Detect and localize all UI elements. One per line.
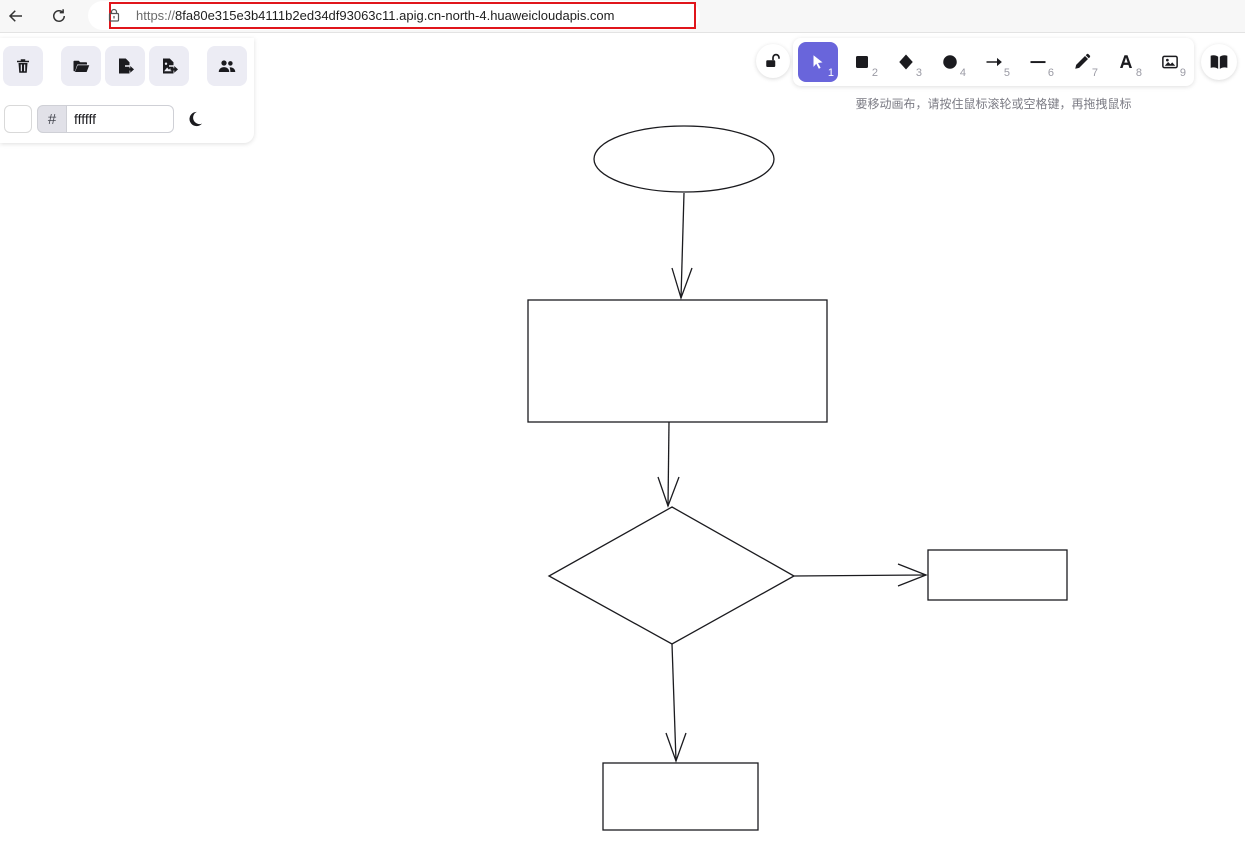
arrow-icon <box>986 57 1002 67</box>
image-icon <box>1162 55 1178 69</box>
background-color-input[interactable] <box>67 105 174 133</box>
flowchart-start-ellipse[interactable] <box>593 125 775 193</box>
tool-key: 4 <box>959 67 966 79</box>
tool-key: 6 <box>1047 67 1054 79</box>
trash-icon <box>17 59 29 73</box>
tool-selection[interactable]: 1 <box>798 42 838 82</box>
tool-key: 2 <box>871 67 878 79</box>
pointer-icon <box>813 55 823 69</box>
tool-key: 5 <box>1003 67 1010 79</box>
tool-rectangle[interactable]: 2 <box>842 42 882 82</box>
reload-icon <box>53 9 65 22</box>
users-icon <box>218 60 236 72</box>
circle-icon <box>943 55 957 69</box>
arrow-process-to-decision[interactable] <box>657 421 680 508</box>
background-color-swatch[interactable] <box>4 105 32 133</box>
flowchart-right-rectangle[interactable] <box>927 549 1068 601</box>
tool-ellipse[interactable]: 4 <box>930 42 970 82</box>
arrow-decision-to-bottom[interactable] <box>665 643 687 763</box>
tool-key: 9 <box>1179 67 1186 79</box>
tool-key: 1 <box>827 67 834 79</box>
url-host: 8fa80e315e3b4111b2ed34df93063c11.apig.cn… <box>175 8 615 23</box>
pencil-icon <box>1075 53 1091 69</box>
unlock-icon <box>766 53 780 67</box>
flowchart-decision-diamond[interactable] <box>547 506 796 645</box>
moon-icon <box>189 111 203 127</box>
tool-text[interactable]: 8 <box>1106 42 1146 82</box>
live-collaboration-button[interactable] <box>207 46 247 86</box>
back-button[interactable] <box>3 3 29 29</box>
tool-diamond[interactable]: 3 <box>886 42 926 82</box>
arrow-left-icon <box>8 10 22 22</box>
tool-draw[interactable]: 7 <box>1062 42 1102 82</box>
tool-arrow[interactable]: 5 <box>974 42 1014 82</box>
dark-mode-toggle[interactable] <box>184 108 206 130</box>
arrow-decision-to-right[interactable] <box>793 563 928 587</box>
line-icon <box>1030 61 1046 64</box>
tool-key: 3 <box>915 67 922 79</box>
page-info-icon[interactable] <box>108 8 120 22</box>
tool-line[interactable]: 6 <box>1018 42 1058 82</box>
square-icon <box>856 56 868 68</box>
save-file-button[interactable] <box>105 46 145 86</box>
flowchart-process-rectangle[interactable] <box>527 299 828 423</box>
reload-button[interactable] <box>46 3 72 29</box>
export-image-icon <box>163 58 178 74</box>
book-open-icon <box>1210 55 1228 69</box>
url-text[interactable]: https://8fa80e315e3b4111b2ed34df93063c11… <box>136 8 615 23</box>
canvas-pan-hint: 要移动画布，请按住鼠标滚轮或空格键，再拖拽鼠标 <box>855 97 1132 111</box>
lock-tool-button[interactable] <box>756 44 790 78</box>
folder-open-icon <box>73 60 90 72</box>
text-icon <box>1120 55 1132 68</box>
left-panel: # <box>0 38 254 143</box>
url-scheme: https:// <box>136 8 176 23</box>
tool-key: 8 <box>1135 67 1142 79</box>
library-button[interactable] <box>1201 44 1237 80</box>
open-file-button[interactable] <box>61 46 101 86</box>
clear-canvas-button[interactable] <box>3 46 43 86</box>
browser-toolbar: https://8fa80e315e3b4111b2ed34df93063c11… <box>0 0 1245 33</box>
export-file-icon <box>119 58 134 74</box>
diamond-icon <box>899 54 913 70</box>
arrow-ellipse-to-process[interactable] <box>671 192 693 301</box>
tool-image[interactable]: 9 <box>1150 42 1190 82</box>
export-image-button[interactable] <box>149 46 189 86</box>
tool-key: 7 <box>1091 67 1098 79</box>
shape-toolbar: 1 2 3 4 5 6 7 8 9 <box>793 38 1194 86</box>
color-hash-prefix: # <box>37 105 67 133</box>
flowchart-bottom-rectangle[interactable] <box>602 762 759 831</box>
